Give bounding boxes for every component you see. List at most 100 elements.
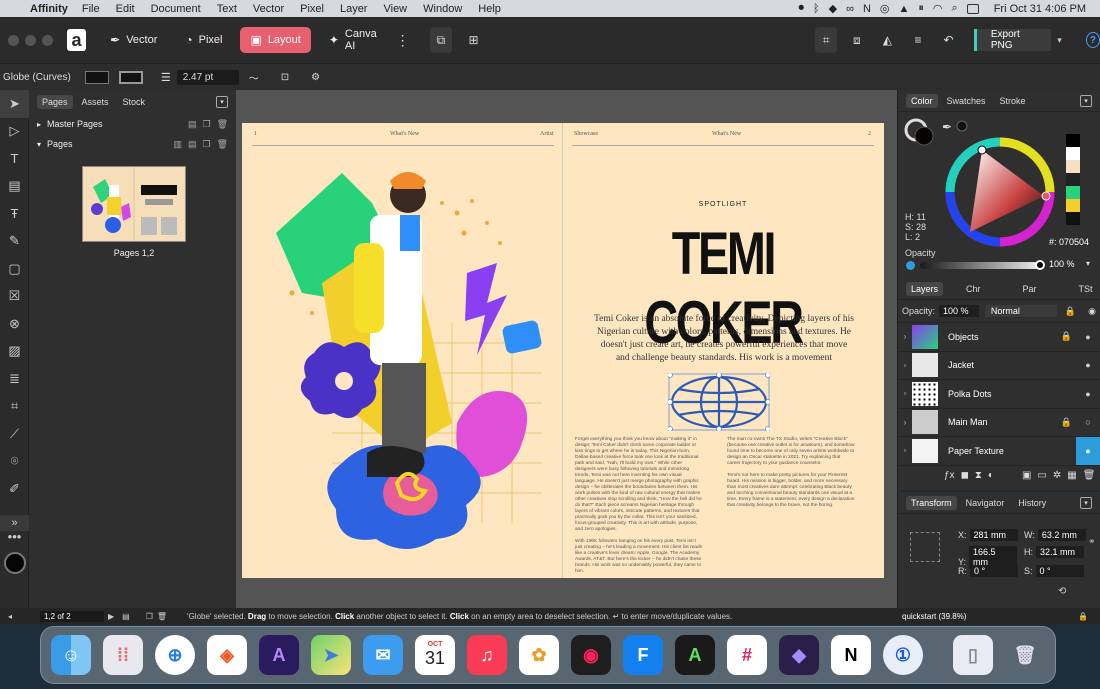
rectangle-tool[interactable]: ▢	[0, 255, 29, 283]
place-image-tool[interactable]: ▨	[0, 338, 29, 366]
visibility-icon[interactable]: ●	[1076, 351, 1100, 379]
body-column-1[interactable]: Forget everything you think you know abo…	[575, 437, 703, 581]
affinity-designer-icon[interactable]: A	[259, 635, 299, 675]
framer-icon[interactable]: F	[623, 635, 663, 675]
export-png-button[interactable]: Export PNG	[973, 29, 1052, 51]
document-canvas[interactable]: 1 What's New Artist Showcase What's New …	[236, 90, 897, 608]
ellipse-frame-tool[interactable]: ⊗	[0, 310, 29, 338]
trash-icon[interactable]: 🗑	[217, 139, 228, 150]
width-field[interactable]: W: 63.2 mm	[1024, 529, 1086, 541]
layer-row-objects[interactable]: › Objects 🔒 ●	[898, 322, 1100, 351]
add-page-icon[interactable]: ▤	[188, 119, 197, 130]
tab-swatches[interactable]: Swatches	[942, 94, 991, 108]
lock-icon[interactable]: 🔒	[1061, 417, 1072, 428]
page-options-icon[interactable]: ▥	[173, 139, 182, 150]
page-indicator-field[interactable]: 1,2 of 2	[40, 610, 104, 622]
menu-pixel[interactable]: Pixel	[300, 3, 324, 15]
recent-color-swatch[interactable]	[1066, 160, 1080, 173]
more-options-icon[interactable]: ⋮	[396, 32, 410, 49]
layer-row-jacket[interactable]: ▫ Jacket ●	[898, 350, 1100, 380]
duplicate-page-icon[interactable]: ❐	[202, 139, 210, 150]
add-page-icon[interactable]: ▤	[188, 139, 197, 150]
menu-vector[interactable]: Vector	[253, 3, 284, 15]
recent-color-swatch[interactable]	[1066, 173, 1080, 186]
blend-mode-select[interactable]: Normal	[984, 305, 1057, 317]
panel-menu-icon[interactable]: ▾	[1080, 94, 1092, 107]
recent-color-swatch[interactable]	[1066, 186, 1080, 199]
slack-icon[interactable]: #	[727, 635, 767, 675]
stroke-width-field[interactable]: 2.47 pt	[176, 69, 239, 85]
tab-paragraph[interactable]: Par	[1018, 282, 1042, 296]
recent-color-swatch[interactable]	[1066, 199, 1080, 212]
persona-vector[interactable]: ✒ Vector	[100, 27, 167, 53]
transform-origin-icon[interactable]: ⊡	[281, 72, 289, 83]
rotation-value[interactable]: 0 °	[970, 565, 1018, 577]
master-pages-row[interactable]: ▸ Master Pages ▤ ❐ 🗑	[29, 114, 236, 134]
x-value[interactable]: 281 mm	[969, 529, 1018, 541]
dropbox-icon[interactable]: ◆	[829, 2, 837, 15]
rotation-field[interactable]: R: 0 °	[958, 565, 1018, 577]
trash-icon[interactable]: 🗑	[157, 612, 167, 621]
frame-text-tool[interactable]: T	[0, 145, 29, 173]
menu-edit[interactable]: Edit	[116, 3, 135, 15]
search-icon[interactable]: ⌕	[952, 2, 958, 15]
picture-frame-tool[interactable]: ☒	[0, 283, 29, 311]
align-button[interactable]: ≡	[907, 27, 930, 53]
artistic-text-tool[interactable]: Ŧ	[0, 200, 29, 228]
trash-icon[interactable]: 🗑	[1005, 635, 1045, 675]
affinity-logo-icon[interactable]: a	[67, 29, 87, 51]
tab-history[interactable]: History	[1013, 496, 1051, 510]
hex-field[interactable]: #: 070504	[1049, 237, 1089, 247]
height-value[interactable]: 32.1 mm	[1036, 546, 1084, 558]
tab-pages[interactable]: Pages	[37, 95, 73, 109]
pause-icon[interactable]: ⏸	[918, 2, 924, 15]
duplicate-page-icon[interactable]: ❐	[202, 119, 210, 130]
next-page-icon[interactable]: ▶	[108, 612, 114, 621]
more-tools-icon[interactable]: •••	[0, 529, 29, 544]
shear-field[interactable]: S: 0 °	[1024, 565, 1084, 577]
eyedropper-tool[interactable]: ✐	[0, 475, 29, 503]
chevron-down-icon[interactable]: ▾	[37, 140, 47, 149]
chevron-down-icon[interactable]: ▾	[1057, 35, 1062, 46]
rotate-icon[interactable]: ⟲	[1058, 586, 1066, 597]
node-tool[interactable]: ▷	[0, 118, 29, 146]
page-spread-thumbnail[interactable]	[82, 166, 186, 242]
menu-clock[interactable]: Fri Oct 31 4:06 PM	[994, 3, 1086, 15]
color-wheel[interactable]	[942, 134, 1058, 250]
tab-assets[interactable]: Assets	[77, 95, 114, 109]
live-filter-icon[interactable]: ◐	[988, 470, 994, 481]
shear-value[interactable]: 0 °	[1035, 565, 1084, 577]
fill-swatch[interactable]	[84, 70, 109, 84]
sync-icon[interactable]: ◎	[880, 2, 890, 15]
tab-navigator[interactable]: Navigator	[961, 496, 1010, 510]
group-icon[interactable]: ▭	[1037, 470, 1046, 481]
finder-icon[interactable]: ☺	[51, 635, 91, 675]
height-field[interactable]: H: 32.1 mm	[1024, 546, 1084, 558]
chevron-right-icon[interactable]: ▸	[37, 120, 47, 129]
help-icon[interactable]: ?	[1085, 32, 1100, 48]
opacity-slider-handle[interactable]	[1035, 260, 1045, 270]
anchor-point-selector[interactable]	[910, 532, 940, 562]
vector-crop-tool[interactable]: ⌗	[0, 393, 29, 421]
maps-icon[interactable]: ➤	[311, 635, 351, 675]
table-tool[interactable]: ▤	[0, 173, 29, 201]
snapping-button[interactable]: ⌗	[814, 27, 838, 53]
drive-icon[interactable]: ▲	[899, 3, 910, 15]
boolean-button[interactable]: ↶	[937, 27, 960, 53]
music-icon[interactable]: ♫	[467, 635, 507, 675]
tab-transform[interactable]: Transform	[906, 495, 957, 510]
notion-icon[interactable]: N	[863, 3, 871, 15]
grid-view-button[interactable]: ⊞	[462, 27, 485, 53]
zoom-window-button[interactable]	[42, 34, 53, 46]
record-icon[interactable]: ⏺	[799, 2, 805, 15]
menu-layer[interactable]: Layer	[340, 3, 368, 15]
stroke-swatch[interactable]	[118, 70, 143, 84]
photos-icon[interactable]: ✿	[519, 635, 559, 675]
persona-layout[interactable]: ▣ Layout	[240, 27, 311, 53]
recent-color-swatch[interactable]	[1066, 147, 1080, 160]
article-lede[interactable]: Temi Coker is an absolute force of creat…	[594, 313, 854, 365]
obsidian-icon[interactable]: ◆	[779, 635, 819, 675]
figma-icon[interactable]: ◉	[571, 635, 611, 675]
body-column-2[interactable]: The man co-owns The TX Studio, writes "C…	[727, 437, 855, 515]
launchpad-icon[interactable]: ⁞⁞	[103, 635, 143, 675]
